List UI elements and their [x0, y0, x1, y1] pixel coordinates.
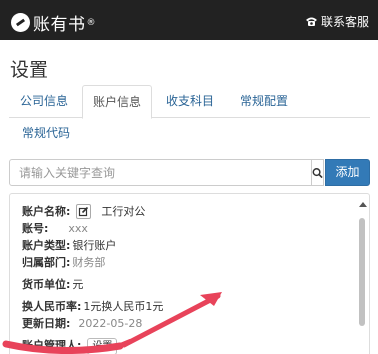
add-button[interactable]: 添加 [325, 159, 370, 186]
account-number-row: 账号: xxx [22, 220, 163, 237]
account-type-value: 银行账户 [72, 239, 117, 252]
currency-label: 货币单位: [22, 278, 71, 291]
scroll-up-icon[interactable] [359, 202, 367, 207]
account-name-row: 账户名称: 工行对公 [22, 203, 163, 220]
tab-general-config[interactable]: 常规配置 [229, 85, 299, 118]
account-type-label: 账户类型: [22, 239, 71, 252]
updated-value: 2022-05-28 [78, 317, 143, 330]
account-dept-label: 归属部门: [22, 256, 71, 269]
tab-account-info[interactable]: 账户信息 [82, 85, 152, 119]
search-row: 添加 [9, 159, 370, 186]
page-title: 设置 [10, 59, 49, 81]
account-name-label: 账户名称: [22, 205, 71, 218]
scroll-thumb[interactable] [359, 218, 365, 326]
tab-general-code[interactable]: 常规代码 [22, 121, 70, 145]
scrollbar[interactable] [357, 198, 367, 354]
top-bar: 账有书 ® 联系客服 [0, 0, 378, 40]
account-card: 账户名称: 工行对公 账号: xxx 账户类型: 银行账户 归属部门: 财务部 货币单位… [9, 193, 370, 354]
search-input[interactable] [9, 159, 312, 186]
account-dept-value: 财务部 [72, 256, 106, 269]
rate-label: 换人民币率: [22, 300, 82, 313]
account-type-row: 账户类型: 银行账户 [22, 237, 163, 254]
logo-icon [11, 13, 30, 32]
phone-icon [305, 17, 317, 26]
app-name: 账有书 [33, 15, 86, 35]
set-manager-button[interactable]: 设置 [87, 337, 118, 354]
updated-label: 更新日期: [22, 317, 71, 330]
registered-mark: ® [86, 17, 96, 28]
account-dept-row: 归属部门: 财务部 [22, 254, 163, 271]
settings-tabs: 公司信息 账户信息 收支科目 常规配置 [9, 85, 370, 119]
account-name-value: 工行对公 [101, 205, 146, 218]
updated-row: 更新日期: 2022-05-28 [22, 315, 163, 332]
account-number-value: xxx [68, 222, 88, 235]
edit-icon[interactable] [76, 203, 92, 219]
currency-row: 货币单位: 元 [22, 276, 163, 293]
rate-value: 1元换人民币1元 [83, 300, 164, 313]
manager-label: 账户管理人: [22, 339, 82, 352]
tab-company-info[interactable]: 公司信息 [9, 85, 79, 118]
contact-service-label: 联系客服 [320, 15, 369, 29]
contact-service-link[interactable]: 联系客服 [305, 13, 369, 30]
account-number-label: 账号: [22, 222, 49, 235]
search-button[interactable] [312, 159, 324, 186]
rate-row: 换人民币率: 1元换人民币1元 [22, 298, 163, 315]
currency-value: 元 [72, 278, 84, 291]
tab-income-expense[interactable]: 收支科目 [155, 85, 225, 118]
app-logo[interactable]: 账有书 ® [11, 10, 96, 35]
manager-row: 账户管理人: 设置 [22, 337, 163, 354]
search-icon [312, 167, 323, 178]
